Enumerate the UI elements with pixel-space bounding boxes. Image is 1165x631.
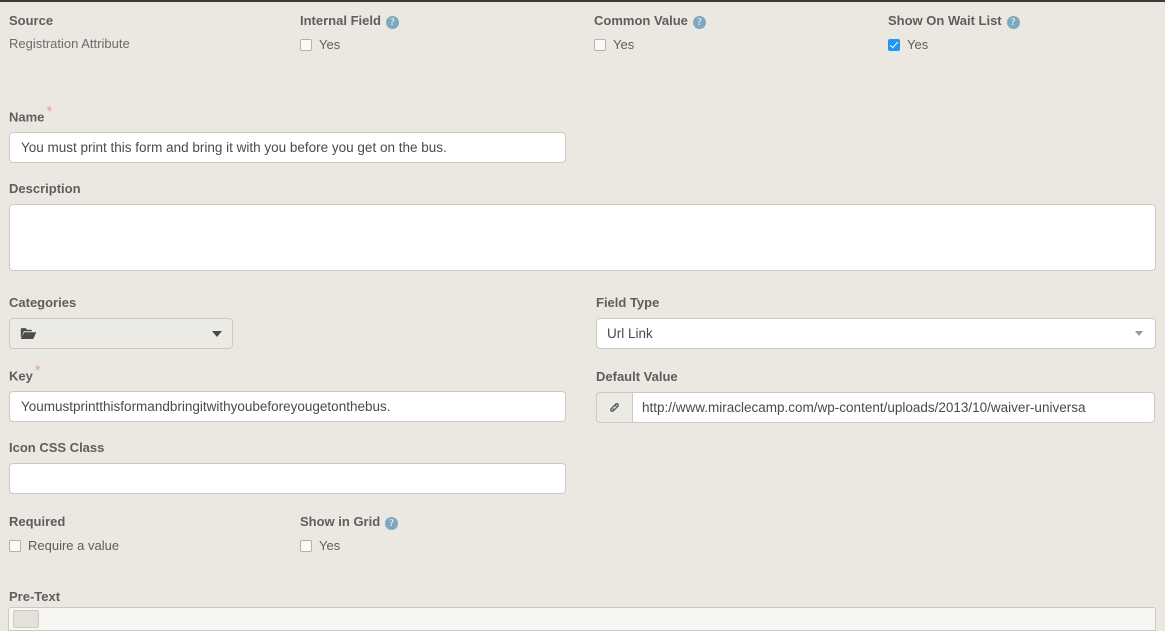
icon-css-class-input[interactable] (9, 463, 566, 494)
field-type-dropdown[interactable]: Url Link (596, 318, 1156, 349)
show-in-grid-checkbox-label[interactable]: Yes (319, 539, 340, 553)
name-input[interactable]: You must print this form and bring it wi… (9, 132, 566, 163)
registration-attribute-form: Source Registration Attribute Internal F… (0, 0, 1165, 614)
source-value: Registration Attribute (9, 36, 130, 52)
chevron-down-icon[interactable] (212, 331, 222, 337)
description-label: Description (9, 181, 1156, 197)
internal-field-checkbox[interactable] (300, 39, 312, 51)
default-value-group: Default Value http://www.miraclecamp.com… (596, 369, 1155, 423)
required-group: Required Require a value (9, 514, 119, 553)
common-value-checkbox[interactable] (594, 39, 606, 51)
show-on-wait-list-checkbox-label[interactable]: Yes (907, 38, 928, 52)
internal-field-label-text: Internal Field (300, 13, 381, 28)
key-label: Key* (9, 366, 566, 384)
default-value-label: Default Value (596, 369, 1155, 385)
required-label: Required (9, 514, 119, 530)
name-field-group: Name* You must print this form and bring… (9, 107, 566, 163)
categories-label: Categories (9, 295, 233, 311)
pre-text-label: Pre-Text (9, 589, 60, 605)
categories-dropdown[interactable] (9, 318, 233, 349)
required-checkbox-label[interactable]: Require a value (28, 539, 119, 553)
show-in-grid-checkbox[interactable] (300, 540, 312, 552)
description-field-group: Description (9, 181, 1156, 271)
key-input[interactable]: Youmustprintthisformandbringitwithyoubef… (9, 391, 566, 422)
required-asterisk: * (35, 362, 41, 379)
show-on-wait-list-checkbox[interactable] (888, 39, 900, 51)
source-label: Source (9, 13, 130, 29)
name-label: Name* (9, 107, 566, 125)
top-divider (0, 0, 1165, 2)
required-asterisk: * (46, 103, 52, 120)
show-in-grid-label-text: Show in Grid (300, 514, 380, 529)
common-value-checkbox-row[interactable]: Yes (594, 38, 706, 52)
common-value-label: Common Value? (594, 13, 706, 29)
show-on-wait-list-label-text: Show On Wait List (888, 13, 1002, 28)
show-on-wait-list-label: Show On Wait List? (888, 13, 1020, 29)
pre-text-editor-toolbar[interactable] (8, 607, 1156, 631)
editor-toolbar-button[interactable] (13, 610, 39, 628)
internal-field-group: Internal Field? Yes (300, 13, 399, 52)
common-value-group: Common Value? Yes (594, 13, 706, 52)
question-mark-icon[interactable]: ? (693, 16, 706, 29)
icon-css-class-group: Icon CSS Class (9, 440, 566, 494)
default-value-input[interactable]: http://www.miraclecamp.com/wp-content/up… (632, 392, 1155, 423)
field-type-group: Field Type Url Link (596, 295, 1156, 349)
show-in-grid-checkbox-row[interactable]: Yes (300, 539, 398, 553)
show-on-wait-list-checkbox-row[interactable]: Yes (888, 38, 1020, 52)
show-in-grid-group: Show in Grid? Yes (300, 514, 398, 553)
question-mark-icon[interactable]: ? (385, 517, 398, 530)
internal-field-checkbox-label[interactable]: Yes (319, 38, 340, 52)
chevron-down-icon[interactable] (1135, 331, 1143, 336)
name-label-text: Name (9, 109, 44, 124)
icon-css-class-label: Icon CSS Class (9, 440, 566, 456)
description-textarea[interactable] (9, 204, 1156, 271)
internal-field-checkbox-row[interactable]: Yes (300, 38, 399, 52)
link-chain-icon (596, 392, 632, 423)
categories-field-group: Categories (9, 295, 233, 349)
show-in-grid-label: Show in Grid? (300, 514, 398, 530)
common-value-label-text: Common Value (594, 13, 688, 28)
key-label-text: Key (9, 368, 33, 383)
default-value-input-group: http://www.miraclecamp.com/wp-content/up… (596, 392, 1155, 423)
question-mark-icon[interactable]: ? (386, 16, 399, 29)
question-mark-icon[interactable]: ? (1007, 16, 1020, 29)
key-field-group: Key* Youmustprintthisformandbringitwithy… (9, 366, 566, 422)
folder-open-icon (20, 327, 37, 340)
pre-text-group: Pre-Text (9, 589, 60, 605)
common-value-checkbox-label[interactable]: Yes (613, 38, 634, 52)
field-type-label: Field Type (596, 295, 1156, 311)
required-checkbox[interactable] (9, 540, 21, 552)
field-type-value: Url Link (607, 326, 1135, 341)
internal-field-label: Internal Field? (300, 13, 399, 29)
required-checkbox-row[interactable]: Require a value (9, 539, 119, 553)
source-group: Source Registration Attribute (9, 13, 130, 52)
show-on-wait-list-group: Show On Wait List? Yes (888, 13, 1020, 52)
